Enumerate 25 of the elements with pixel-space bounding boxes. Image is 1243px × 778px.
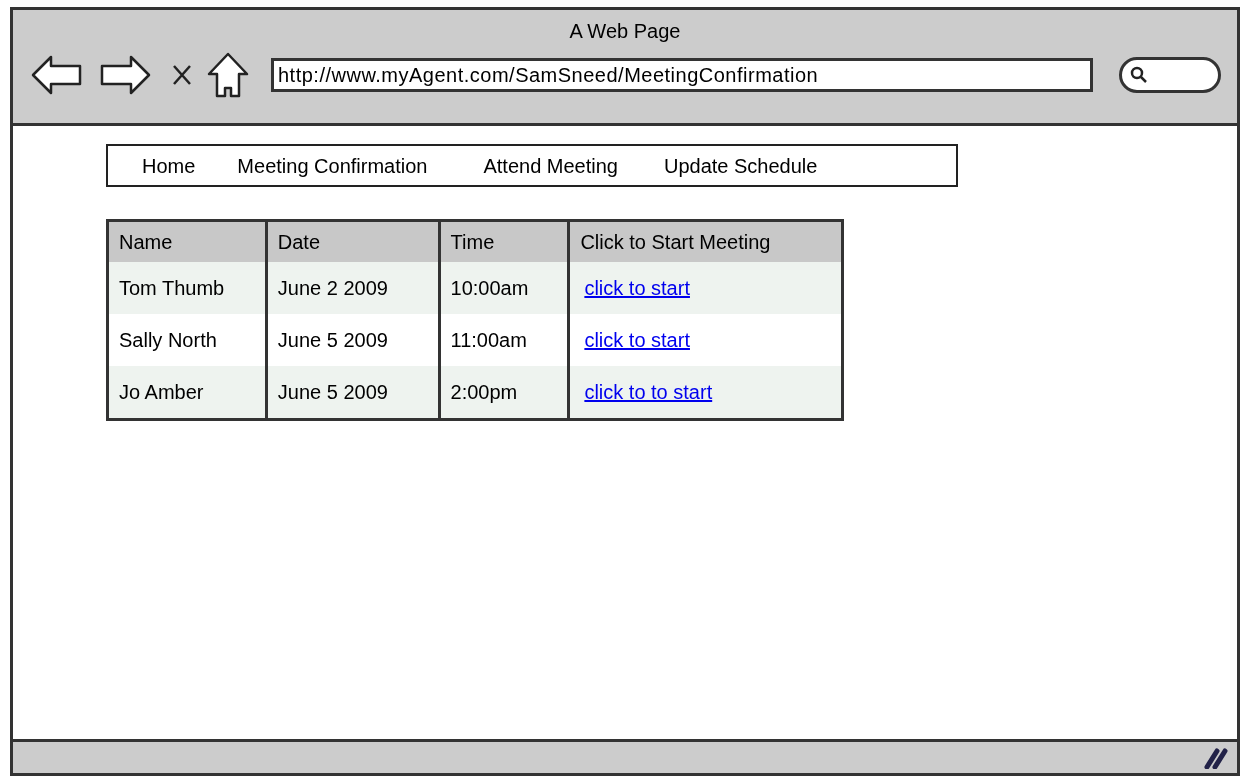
forward-icon[interactable] — [99, 53, 151, 97]
window-title: A Web Page — [569, 19, 681, 44]
search-field[interactable] — [1119, 57, 1221, 93]
address-field[interactable]: http://www.myAgent.com/SamSneed/MeetingConfirmation — [271, 58, 1093, 92]
start-meeting-link[interactable]: click to start — [584, 273, 690, 303]
table-cell: 2:00pm — [437, 366, 568, 418]
start-meeting-link[interactable]: click to to start — [584, 377, 713, 407]
column-header: Date — [264, 222, 438, 262]
home-icon[interactable] — [207, 52, 249, 98]
column-header: Time — [437, 222, 568, 262]
start-meeting-link[interactable]: click to start — [584, 325, 690, 355]
table-cell-text: Sally North — [118, 328, 218, 353]
search-icon — [1130, 66, 1148, 84]
back-icon[interactable] — [31, 53, 83, 97]
nav-link[interactable]: Meeting Confirmation — [237, 150, 428, 181]
nav-link[interactable]: Attend Meeting — [483, 150, 618, 181]
column-header: Click to Start Meeting — [567, 222, 841, 262]
nav-link[interactable]: Home — [142, 150, 196, 181]
column-header: Name — [109, 222, 265, 262]
table-cell: June 5 2009 — [264, 366, 438, 418]
table-cell-text: Jo Amber — [118, 380, 205, 405]
close-icon[interactable] — [171, 63, 193, 87]
table-cell-text: Tom Thumb — [118, 276, 226, 301]
resize-grip-icon[interactable] — [1203, 746, 1229, 769]
nav-link[interactable]: Update Schedule — [664, 150, 818, 181]
